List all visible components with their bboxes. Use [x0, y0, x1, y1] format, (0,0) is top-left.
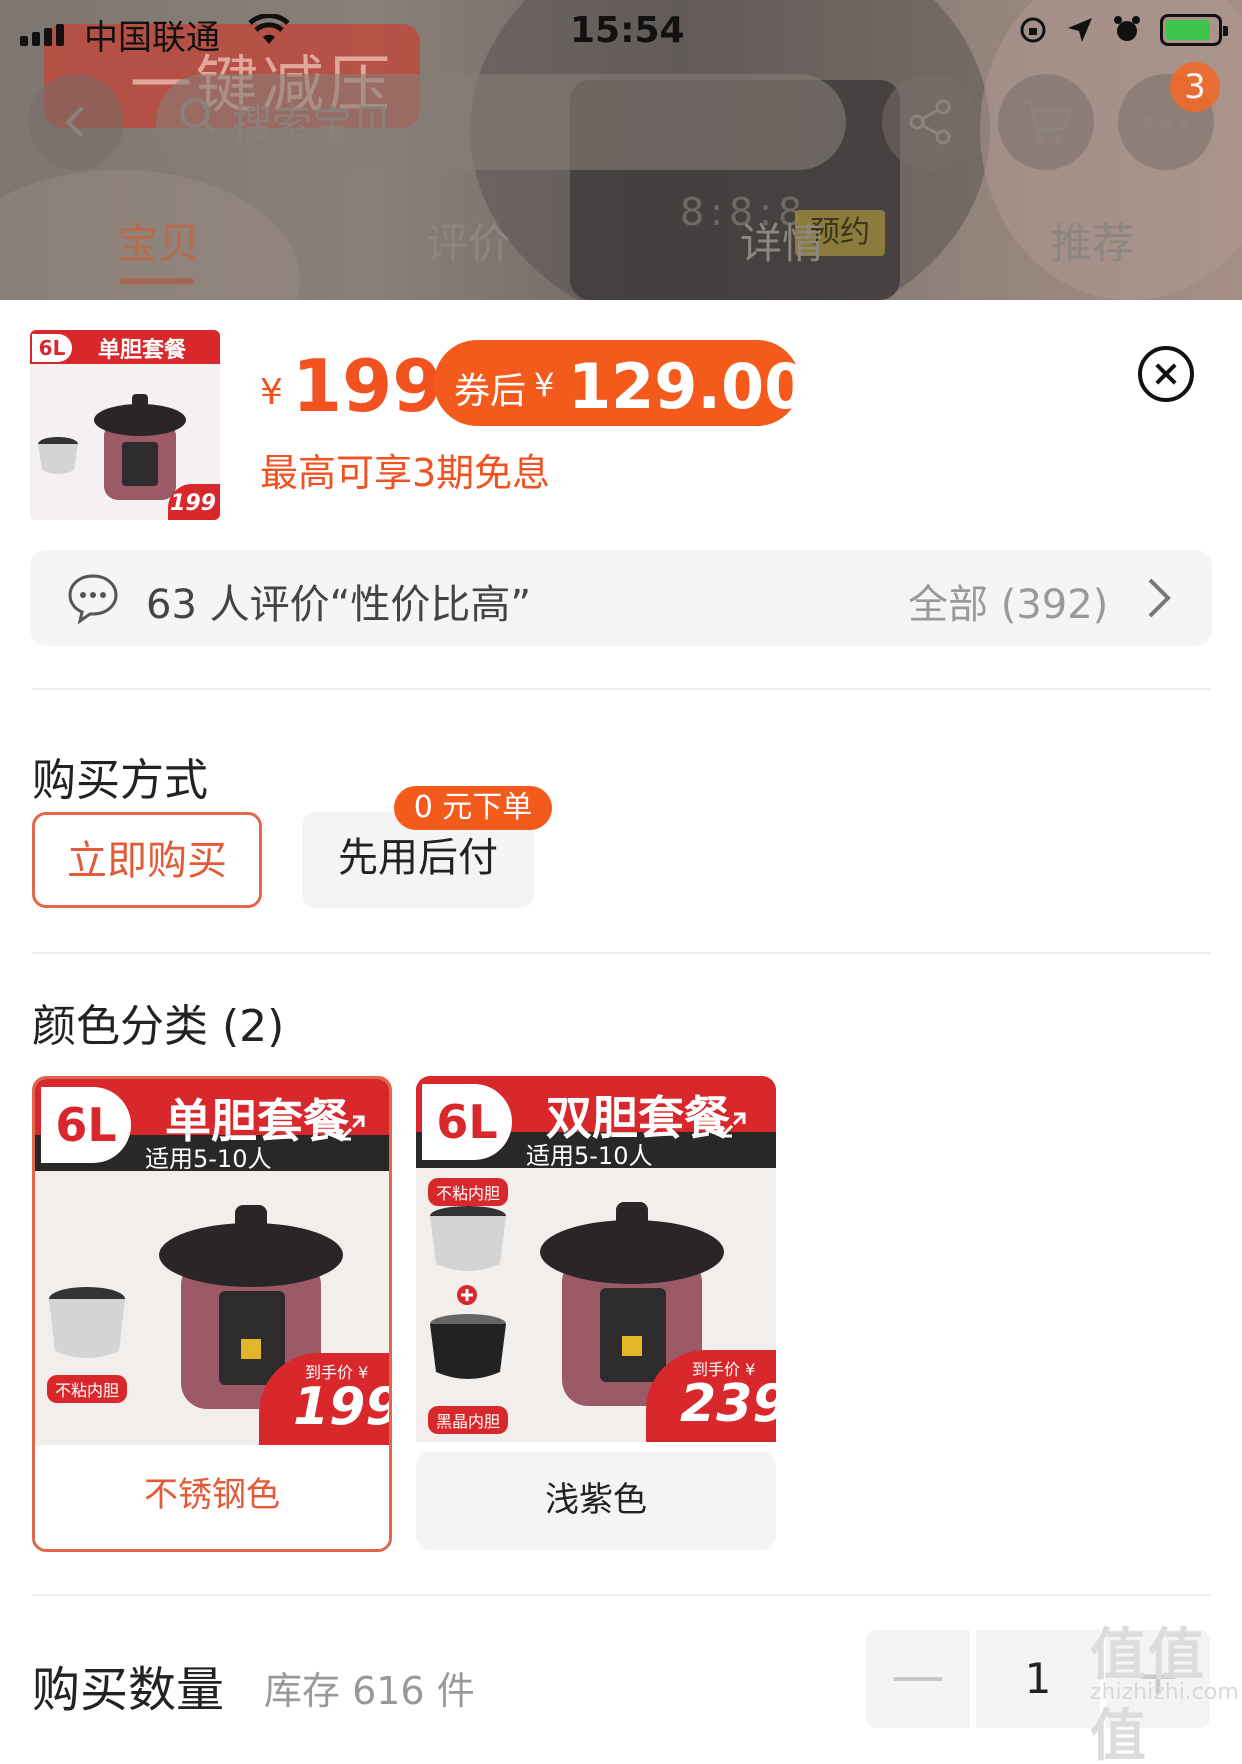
chevron-right-icon	[1148, 578, 1171, 618]
color-category-title: 颜色分类 (2)	[32, 1001, 285, 1052]
installment-info: 最高可享3期免息	[260, 451, 551, 495]
quantity-title: 购买数量	[32, 1662, 225, 1718]
color-option-label: 浅紫色	[416, 1452, 776, 1550]
color-option-lilac[interactable]: 6L 双胆套餐 适用5-10人 不粘内胆 黑晶内胆 到手价 ¥ 239 浅紫色	[416, 1076, 776, 1552]
watermark-domain: zhizhizhi.com	[1090, 1680, 1239, 1705]
status-bar: 中国联通 15:54	[0, 0, 1242, 64]
cart-icon	[1023, 101, 1072, 143]
purchase-method-title: 购买方式	[32, 755, 208, 806]
share-button[interactable]	[882, 74, 978, 170]
signal-icon	[20, 24, 64, 46]
expand-icon[interactable]	[337, 1113, 367, 1143]
card-price-value: 239	[680, 1374, 776, 1434]
inner-pot-image	[38, 437, 78, 474]
black-inner-pot-image	[430, 1314, 506, 1379]
liner-tag: 不粘内胆	[428, 1178, 509, 1206]
color-option-label: 不锈钢色	[35, 1445, 389, 1549]
chevron-left-icon	[65, 106, 84, 138]
stock-count: 库存 616 件	[264, 1669, 475, 1713]
search-placeholder: 搜索宝贝	[232, 102, 392, 148]
quantity-input[interactable]: 1	[976, 1630, 1100, 1728]
more-dots-icon	[1143, 117, 1189, 127]
review-summary-bar[interactable]: 63 人评价“性价比高” 全部 (392)	[30, 550, 1212, 646]
zero-down-badge: 0 元下单	[394, 786, 552, 830]
card-size: 6L	[422, 1084, 512, 1160]
expand-icon[interactable]	[718, 1110, 748, 1140]
alarm-icon	[1114, 16, 1140, 41]
rotation-lock-icon	[1020, 17, 1046, 43]
card-price-value: 199	[293, 1377, 389, 1437]
coupon-price: 129.00	[568, 350, 808, 423]
battery-icon	[1160, 14, 1228, 46]
divider	[32, 688, 1210, 690]
cart-button[interactable]	[998, 74, 1094, 170]
price: 199	[292, 344, 443, 428]
inner-pot-image	[430, 1206, 506, 1271]
coupon-label: 券后	[454, 371, 527, 412]
product-thumbnail[interactable]: 6L 单胆套餐 199	[30, 330, 220, 520]
decrement-button[interactable]: —	[866, 1630, 970, 1728]
card-capacity: 适用5-10人	[526, 1142, 653, 1170]
plus-icon	[457, 1285, 477, 1305]
search-icon	[178, 96, 218, 140]
price-currency: ¥	[260, 372, 283, 413]
close-icon[interactable]	[1138, 346, 1194, 402]
back-button[interactable]	[28, 74, 124, 170]
cart-count-badge: 3	[1170, 62, 1220, 112]
chat-bubble-icon	[68, 574, 118, 624]
color-option-stainless[interactable]: 6L 单胆套餐 适用5-10人 不粘内胆 到手价 ¥ 199 不锈钢色	[32, 1076, 392, 1552]
divider	[32, 1594, 1210, 1596]
carrier-name: 中国联通	[84, 18, 220, 58]
liner-tag: 不粘内胆	[47, 1375, 128, 1403]
sku-sheet: 6L 单胆套餐 199 ¥ 199 券后 ¥ 129.00 最高可享3期免息 6…	[0, 300, 1242, 1764]
card-capacity: 适用5-10人	[145, 1145, 272, 1173]
tab-details[interactable]: 详情	[740, 210, 824, 271]
clock: 15:54	[570, 10, 685, 51]
tab-reviews[interactable]: 评价	[426, 210, 510, 271]
wifi-icon	[248, 13, 290, 50]
thumb-title: 单胆套餐	[98, 338, 187, 363]
tab-recommend[interactable]: 推荐	[1050, 210, 1134, 271]
detail-tabs: 宝贝 评价 详情 推荐	[0, 210, 1242, 290]
thumb-size: 6L	[32, 334, 72, 362]
buy-now-option[interactable]: 立即购买	[32, 812, 262, 908]
inner-pot-image	[49, 1287, 125, 1358]
coupon-currency: ¥	[534, 366, 555, 404]
color-option-image: 6L 双胆套餐 适用5-10人 不粘内胆 黑晶内胆 到手价 ¥ 239	[416, 1076, 776, 1442]
all-reviews-link[interactable]: 全部 (392)	[908, 572, 1108, 630]
divider	[32, 952, 1210, 954]
active-tab-indicator	[120, 278, 194, 284]
review-summary-text: 63 人评价“性价比高”	[146, 582, 532, 628]
status-icons	[1018, 14, 1228, 46]
coupon-price-pill: 券后 ¥ 129.00	[434, 340, 807, 426]
tab-item[interactable]: 宝贝	[116, 210, 200, 271]
share-icon	[909, 99, 951, 145]
color-option-image: 6L 单胆套餐 适用5-10人 不粘内胆 到手价 ¥ 199	[35, 1079, 389, 1445]
location-icon	[1068, 18, 1092, 42]
card-size: 6L	[41, 1087, 131, 1163]
thumb-price: 199	[168, 484, 220, 520]
liner-tag: 黑晶内胆	[428, 1406, 509, 1434]
